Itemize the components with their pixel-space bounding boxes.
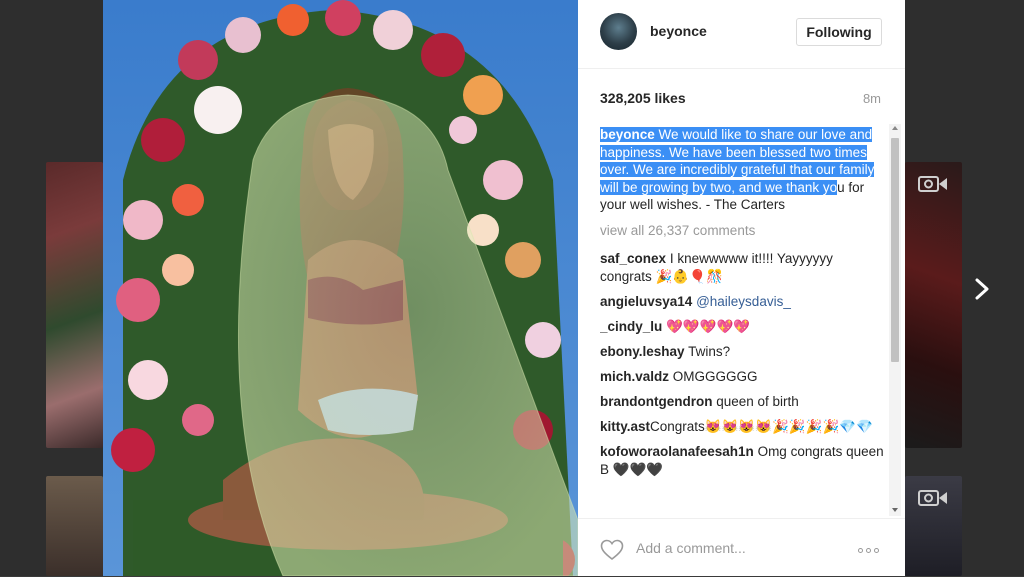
comment-username[interactable]: saf_conex (600, 251, 666, 266)
scroll-up-arrow[interactable] (892, 126, 898, 130)
comment-text: Twins? (688, 343, 731, 359)
heart-outline-icon[interactable] (600, 539, 624, 561)
adjacent-post-thumbnail[interactable] (46, 162, 103, 448)
comment-item: kofoworaolanafeesah1n Omg congrats queen… (600, 443, 888, 479)
likes-count[interactable]: 328,205 likes (600, 90, 686, 106)
comment-username[interactable]: brandontgendron (600, 394, 712, 409)
comment-text: Congrats😻😻😻😻🎉🎉🎉🎉💎💎 (650, 418, 873, 434)
post-footer (578, 518, 905, 577)
post-timestamp[interactable]: 8m (863, 91, 881, 106)
comment-text: OMGGGGGG (672, 368, 758, 384)
caption-username[interactable]: beyonce (600, 127, 655, 142)
video-camera-icon (918, 488, 948, 508)
comment-item: brandontgendron queen of birth (600, 393, 888, 411)
post-photo[interactable] (103, 0, 578, 576)
comment-item: mich.valdz OMGGGGGG (600, 368, 888, 386)
comment-username[interactable]: kitty.ast (600, 419, 650, 434)
video-camera-icon (918, 174, 948, 194)
comment-item: angieluvsya14 @haileysdavis_ (600, 293, 888, 311)
comment-text: 💖💖💖💖💖 (666, 318, 751, 334)
add-comment-input[interactable] (634, 539, 838, 557)
post-header: beyonce Following (578, 0, 905, 69)
comments-scrollbar[interactable] (889, 124, 901, 516)
comment-item: ebony.leshay Twins? (600, 343, 888, 361)
comment-username[interactable]: mich.valdz (600, 369, 669, 384)
scroll-down-arrow[interactable] (892, 508, 898, 512)
adjacent-post-thumbnail[interactable] (905, 162, 962, 448)
comments-list: beyonce We would like to share our love … (600, 126, 888, 516)
ellipsis-icon[interactable] (858, 548, 879, 553)
adjacent-post-thumbnail[interactable] (46, 476, 103, 576)
comment-item: kitty.astCongrats😻😻😻😻🎉🎉🎉🎉💎💎 (600, 418, 888, 436)
avatar[interactable] (600, 13, 637, 50)
comment-username[interactable]: _cindy_lu (600, 319, 662, 334)
comment-username[interactable]: ebony.leshay (600, 344, 685, 359)
comment-item: saf_conex I knewwwww it!!!! Yayyyyyy con… (600, 250, 888, 286)
comment-username[interactable]: angieluvsya14 (600, 294, 692, 309)
scroll-thumb[interactable] (891, 138, 899, 362)
comment-username[interactable]: kofoworaolanafeesah1n (600, 444, 754, 459)
post-caption: beyonce We would like to share our love … (600, 126, 888, 214)
comment-text: queen of birth (716, 393, 799, 409)
comment-mention-link[interactable]: @haileysdavis_ (696, 294, 791, 309)
comment-item: _cindy_lu 💖💖💖💖💖 (600, 318, 888, 336)
post-username[interactable]: beyonce (650, 23, 707, 39)
following-button[interactable]: Following (796, 18, 882, 46)
view-all-comments-link[interactable]: view all 26,337 comments (600, 222, 888, 240)
chevron-right-icon[interactable] (968, 274, 996, 304)
post-detail-panel: beyonce Following 328,205 likes 8m beyon… (578, 0, 905, 576)
